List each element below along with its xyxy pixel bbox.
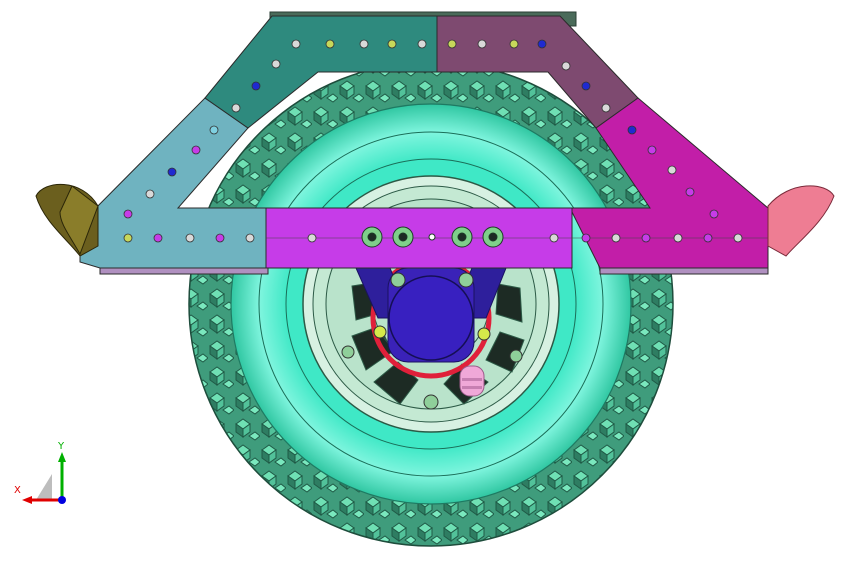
y-axis-label: Y [58, 441, 65, 452]
x-axis-label: X [14, 485, 21, 496]
cad-model-view[interactable] [0, 0, 867, 562]
right-bumper[interactable] [767, 185, 835, 257]
valve-stem[interactable] [459, 365, 485, 397]
reference-triad[interactable]: Y X [14, 440, 78, 506]
z-axis-dot [58, 496, 66, 504]
triad-axes [22, 452, 66, 504]
graphics-viewport[interactable]: Y X [0, 0, 867, 562]
hub-motor[interactable] [388, 275, 474, 361]
